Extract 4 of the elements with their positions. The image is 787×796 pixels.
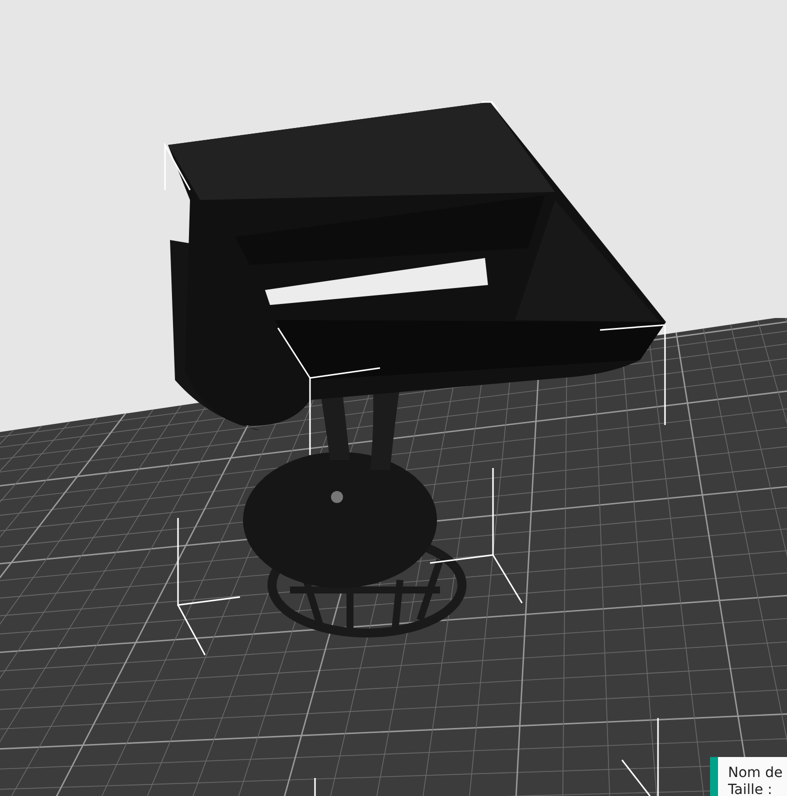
info-text: Nom de (728, 765, 783, 782)
info-text: Taille : (728, 782, 772, 796)
model-drawing[interactable] (168, 102, 666, 638)
viewport[interactable]: Nom de Taille : (0, 0, 787, 796)
